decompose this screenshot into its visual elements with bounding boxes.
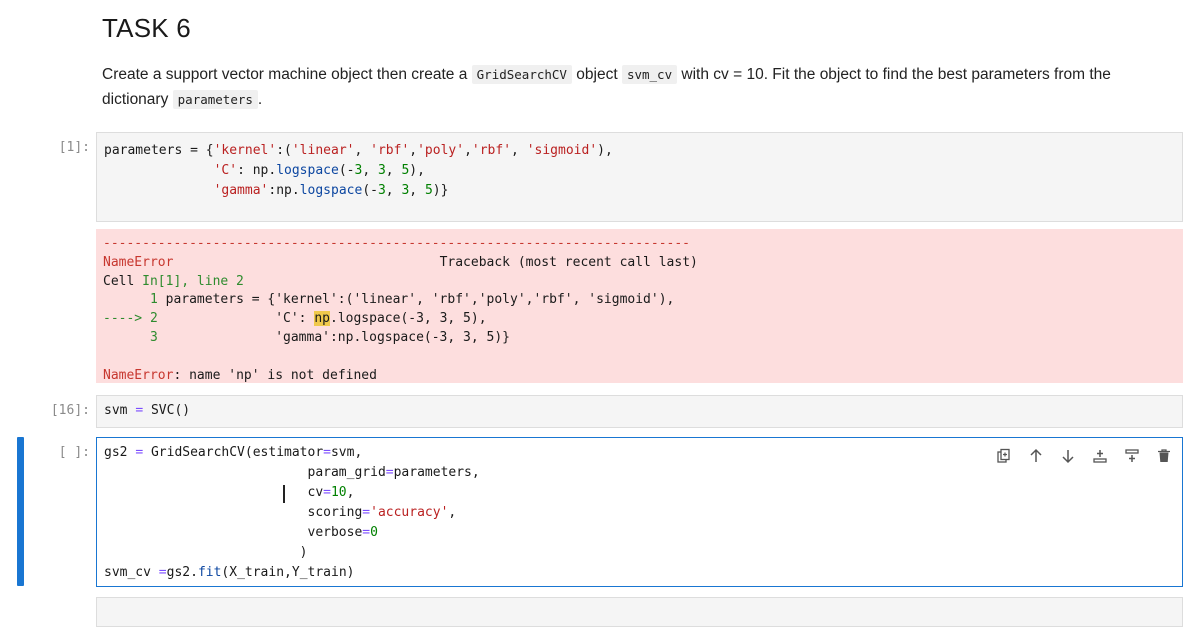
move-down-icon[interactable] [1058, 446, 1078, 466]
move-up-icon[interactable] [1026, 446, 1046, 466]
cell-prompt: [16]: [50, 403, 90, 418]
insert-above-icon[interactable] [1090, 446, 1110, 466]
desc-text: dictionary [102, 91, 169, 108]
code-editor[interactable]: parameters = {'kernel':('linear', 'rbf',… [97, 133, 1182, 209]
text-cursor [283, 485, 285, 503]
cell-toolbar [994, 446, 1174, 466]
inline-code: GridSearchCV [471, 65, 572, 84]
cell-prompt: [ ]: [58, 445, 90, 460]
code-editor[interactable]: svm = SVC() [97, 396, 1182, 429]
task-title: TASK 6 [102, 13, 191, 43]
traceback-text: ----------------------------------------… [103, 236, 698, 383]
duplicate-icon[interactable] [994, 446, 1014, 466]
error-output: ----------------------------------------… [96, 229, 1183, 383]
markdown-cell[interactable]: TASK 6 Create a support vector machine o… [102, 8, 1172, 112]
code-cell-gridsearch[interactable]: gs2 = GridSearchCV(estimator=svm, param_… [96, 437, 1183, 587]
code-cell-parameters[interactable]: parameters = {'kernel':('linear', 'rbf',… [96, 132, 1183, 222]
desc-text: . [257, 91, 263, 108]
code-cell-next[interactable] [96, 597, 1183, 627]
inline-code: svm_cv [621, 65, 678, 84]
code-cell-svm[interactable]: svm = SVC() [96, 395, 1183, 428]
delete-icon[interactable] [1154, 446, 1174, 466]
desc-text: object [576, 66, 618, 83]
cell-prompt: [1]: [58, 140, 90, 155]
desc-text: with cv = 10. Fit the object to find the… [681, 66, 1111, 83]
inline-code: parameters [172, 90, 258, 109]
insert-below-icon[interactable] [1122, 446, 1142, 466]
desc-text: Create a support vector machine object t… [102, 66, 468, 83]
task-description: Create a support vector machine object t… [102, 62, 1172, 112]
